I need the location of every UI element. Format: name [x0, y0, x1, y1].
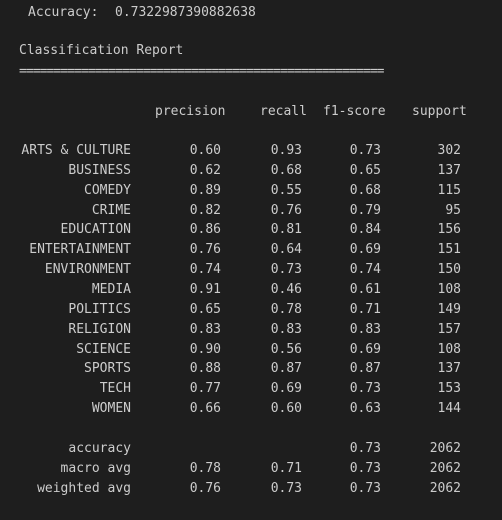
- row-support: 302: [437, 143, 461, 158]
- header-support: support: [412, 104, 467, 119]
- accuracy-label: Accuracy:: [28, 5, 99, 20]
- header-precision: precision: [155, 104, 226, 119]
- row-support: 95: [445, 203, 461, 218]
- row-support: 149: [437, 302, 461, 317]
- row-support: 150: [437, 262, 461, 277]
- row-support: 115: [437, 183, 461, 198]
- accuracy-value: 0.7322987390882638: [115, 5, 256, 20]
- header-recall: recall: [260, 104, 307, 119]
- row-support: 2062: [429, 441, 461, 456]
- row-support: 108: [437, 282, 461, 297]
- row-support: 2062: [429, 481, 461, 496]
- row-support: 108: [437, 342, 461, 357]
- row-support: 137: [437, 163, 461, 178]
- row-support: 151: [437, 242, 461, 257]
- terminal-output: Accuracy: 0.7322987390882638 Classificat…: [0, 0, 502, 520]
- header-f1-score: f1-score: [323, 104, 386, 119]
- row-support: 153: [437, 381, 461, 396]
- row-support: 137: [437, 361, 461, 376]
- report-separator: ========================================…: [19, 64, 384, 79]
- row-support: 157: [437, 322, 461, 337]
- report-title: Classification Report: [19, 43, 184, 58]
- row-support: 2062: [429, 461, 461, 476]
- row-support: 156: [437, 222, 461, 237]
- row-support: 144: [437, 401, 461, 416]
